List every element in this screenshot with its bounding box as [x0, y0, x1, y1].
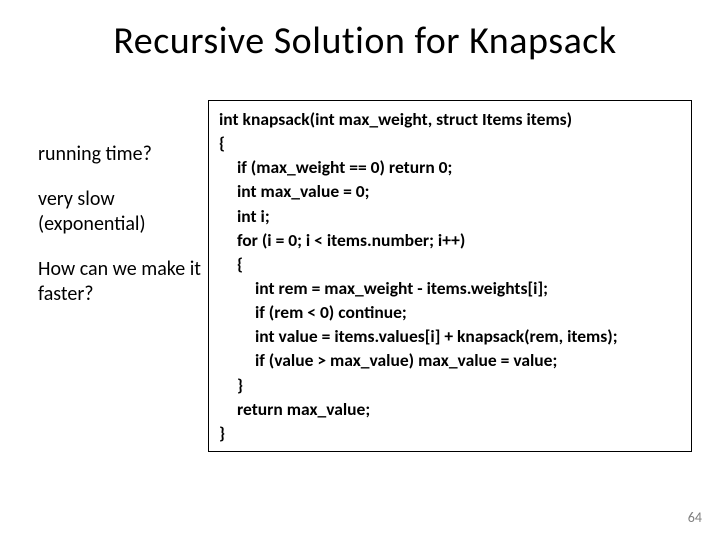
- code-block: int knapsack(int max_weight, struct Item…: [208, 100, 692, 452]
- code-line: int knapsack(int max_weight, struct Item…: [219, 107, 681, 131]
- code-line: if (value > max_value) max_value = value…: [219, 348, 681, 372]
- code-line: {: [219, 252, 681, 276]
- slide: Recursive Solution for Knapsack running …: [0, 0, 720, 540]
- running-time-answer: very slow (exponential): [38, 187, 208, 237]
- code-line: int value = items.values[i] + knapsack(r…: [219, 324, 681, 348]
- slide-title: Recursive Solution for Knapsack: [38, 18, 692, 64]
- slide-body: running time? very slow (exponential) Ho…: [38, 100, 692, 452]
- faster-question: How can we make it faster?: [38, 257, 208, 307]
- code-line: return max_value;: [219, 397, 681, 421]
- page-number: 64: [688, 509, 702, 526]
- code-line: }: [219, 421, 681, 445]
- code-line: for (i = 0; i < items.number; i++): [219, 228, 681, 252]
- running-time-question: running time?: [38, 142, 208, 167]
- code-line: int i;: [219, 204, 681, 228]
- code-line: }: [219, 373, 681, 397]
- code-line: if (max_weight == 0) return 0;: [219, 155, 681, 179]
- code-line: int rem = max_weight - items.weights[i];: [219, 276, 681, 300]
- code-line: int max_value = 0;: [219, 179, 681, 203]
- right-column: int knapsack(int max_weight, struct Item…: [208, 100, 692, 452]
- left-column: running time? very slow (exponential) Ho…: [38, 100, 208, 452]
- code-line: {: [219, 131, 681, 155]
- code-line: if (rem < 0) continue;: [219, 300, 681, 324]
